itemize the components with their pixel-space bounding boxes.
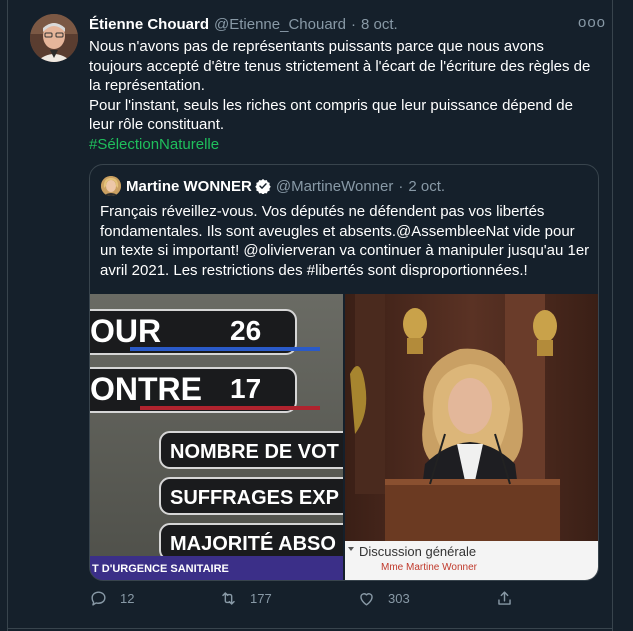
heart-icon: [360, 593, 373, 606]
assembly-speaker-image[interactable]: Discussion générale Mme Martine Wonner: [345, 294, 598, 580]
author-handle[interactable]: @Etienne_Chouard: [214, 16, 346, 33]
retweet-button[interactable]: 177: [219, 589, 272, 608]
tweet-text-paragraph-1: Nous n'avons pas de représentants puissa…: [89, 38, 591, 94]
tweet-date[interactable]: 8 oct.: [361, 16, 398, 33]
quoted-author-avatar[interactable]: [101, 176, 121, 196]
tweet[interactable]: Étienne Chouard @Etienne_Chouard · 8 oct…: [0, 0, 633, 631]
pour-label: OUR: [90, 313, 161, 349]
separator-dot: ·: [398, 177, 404, 195]
speaker-name: Mme Martine Wonner: [381, 562, 478, 573]
retweet-count: 177: [250, 591, 272, 606]
separator-dot: ·: [351, 15, 356, 33]
hashtag-link[interactable]: #SélectionNaturelle: [89, 136, 219, 153]
tweet-text-paragraph-2: Pour l'instant, seuls les riches ont com…: [89, 96, 573, 134]
quoted-tweet-date[interactable]: 2 oct.: [408, 178, 445, 195]
vote-board-image[interactable]: OUR 26 ONTRE 17 NOMBRE DE VOT SUFFRAGES …: [90, 294, 343, 580]
vote-row-1: NOMBRE DE VOT: [170, 441, 339, 463]
reply-icon: [91, 591, 106, 606]
pour-value: 26: [230, 315, 261, 346]
vote-row-2: SUFFRAGES EXP: [170, 487, 339, 509]
retweet-icon: [222, 592, 235, 605]
share-button[interactable]: [495, 589, 514, 608]
media-grid: OUR 26 ONTRE 17 NOMBRE DE VOT SUFFRAGES …: [90, 294, 598, 580]
contre-value: 17: [230, 373, 261, 404]
timeline-divider-right: [612, 0, 613, 631]
tweet-header: Étienne Chouard @Etienne_Chouard · 8 oct…: [89, 14, 398, 34]
author-avatar[interactable]: [30, 14, 78, 62]
quoted-tweet-text: Français réveillez-vous. Vos députés ne …: [100, 203, 590, 279]
reply-button[interactable]: 12: [89, 589, 134, 608]
more-options-icon[interactable]: ooo: [578, 12, 605, 34]
banner-text: T D'URGENCE SANITAIRE: [92, 563, 229, 575]
quoted-author-handle[interactable]: @MartineWonner: [276, 178, 394, 195]
quoted-tweet-header: Martine WONNER @MartineWonner · 2 oct.: [126, 176, 445, 196]
tweet-divider: [7, 628, 613, 629]
like-button[interactable]: 303: [357, 589, 410, 608]
timeline-divider-left: [7, 0, 8, 631]
contre-label: ONTRE: [90, 371, 202, 407]
verified-badge-icon: [255, 179, 271, 194]
quoted-author-name[interactable]: Martine WONNER: [126, 178, 252, 195]
share-icon: [498, 591, 511, 605]
quoted-tweet[interactable]: Martine WONNER @MartineWonner · 2 oct. F…: [89, 164, 599, 581]
like-count: 303: [388, 591, 410, 606]
tweet-text: Nous n'avons pas de représentants puissa…: [89, 37, 599, 154]
author-name[interactable]: Étienne Chouard: [89, 16, 209, 33]
reply-count: 12: [120, 591, 135, 606]
discussion-label: Discussion générale: [359, 544, 476, 559]
vote-row-3: MAJORITÉ ABSO: [170, 532, 336, 555]
tweet-actions: 12 177 303: [89, 589, 609, 611]
